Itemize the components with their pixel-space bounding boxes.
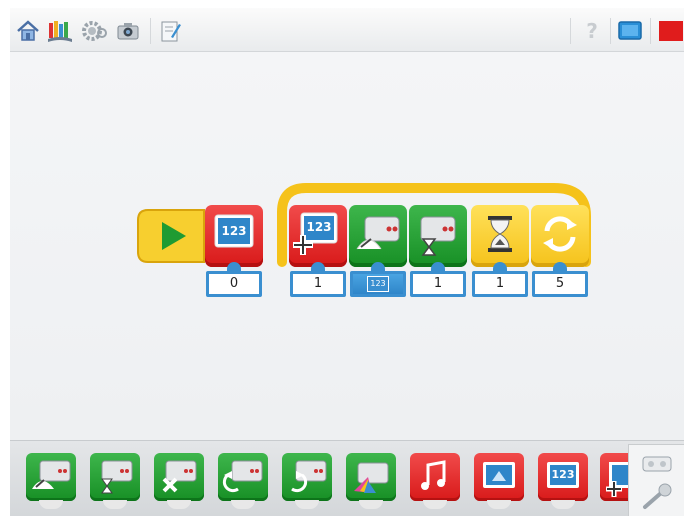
palette-display-number[interactable]: 123 (538, 453, 588, 501)
motor-off-icon (162, 460, 197, 493)
palette-display-add[interactable] (600, 453, 628, 501)
palette-motor-power[interactable] (26, 453, 76, 501)
repeat-count-input[interactable]: 5 (532, 271, 588, 297)
palette-display-background[interactable] (474, 453, 524, 501)
start-block[interactable] (134, 206, 210, 266)
toolbar-separator (650, 18, 651, 44)
gear-icon[interactable] (80, 18, 108, 44)
display-add-icon (606, 462, 628, 497)
display-add-label: 123 (306, 220, 332, 234)
wedo-app: ? 123 123 0 1 123 1 1 5 123 (0, 0, 684, 516)
tilt-sensor-icon[interactable] (639, 451, 675, 481)
toolbar-separator (150, 18, 151, 44)
motor-on-for-block[interactable] (409, 205, 467, 267)
motor-power-block[interactable] (349, 205, 407, 267)
display-number-block[interactable]: 123 (205, 205, 263, 267)
display-add-input[interactable]: 1 (290, 271, 346, 297)
motor-power-input[interactable]: 123 (350, 271, 406, 297)
stop-icon[interactable] (658, 18, 684, 44)
motor-power-icon (32, 460, 71, 489)
palette-display-number-label: 123 (551, 468, 575, 481)
notes-icon[interactable] (156, 18, 184, 44)
motor-light-icon (354, 462, 389, 493)
display-add-block[interactable]: 123 (289, 205, 347, 267)
number-wire-icon: 123 (367, 276, 389, 292)
palette-sound[interactable] (410, 453, 460, 501)
loop-icon (543, 216, 577, 252)
library-icon[interactable] (46, 18, 74, 44)
motor-time-input[interactable]: 1 (410, 271, 466, 297)
display-icon[interactable] (616, 18, 644, 44)
toolbar-separator (570, 18, 571, 44)
toolbar-separator (610, 18, 611, 44)
palette-motor-light[interactable] (346, 453, 396, 501)
motor-power-icon (356, 216, 400, 250)
repeat-block[interactable] (531, 205, 589, 267)
palette-motor-timer[interactable] (90, 453, 140, 501)
palette-motor-cw[interactable] (282, 453, 332, 501)
motor-cw-icon (291, 460, 327, 493)
home-icon[interactable] (14, 18, 42, 44)
motor-timer-icon (101, 460, 133, 494)
palette-motor-ccw[interactable] (218, 453, 268, 501)
motor-ccw-icon (222, 460, 263, 493)
sound-icon (421, 460, 446, 490)
display-label: 123 (221, 224, 247, 238)
help-icon[interactable]: ? (578, 18, 606, 44)
sensor-panel (628, 444, 684, 516)
display-number-input[interactable]: 0 (206, 271, 262, 297)
palette-motor-off[interactable] (154, 453, 204, 501)
display-add-icon (293, 212, 338, 255)
wait-block[interactable] (471, 205, 529, 267)
microphone-icon[interactable] (639, 483, 675, 515)
help-label: ? (586, 19, 598, 43)
wait-input[interactable]: 1 (472, 271, 528, 297)
motor-timer-icon (420, 216, 456, 256)
top-toolbar: ? (10, 8, 684, 52)
hourglass-icon (488, 216, 512, 252)
display-background-icon (483, 462, 515, 488)
camera-icon[interactable] (114, 18, 142, 44)
